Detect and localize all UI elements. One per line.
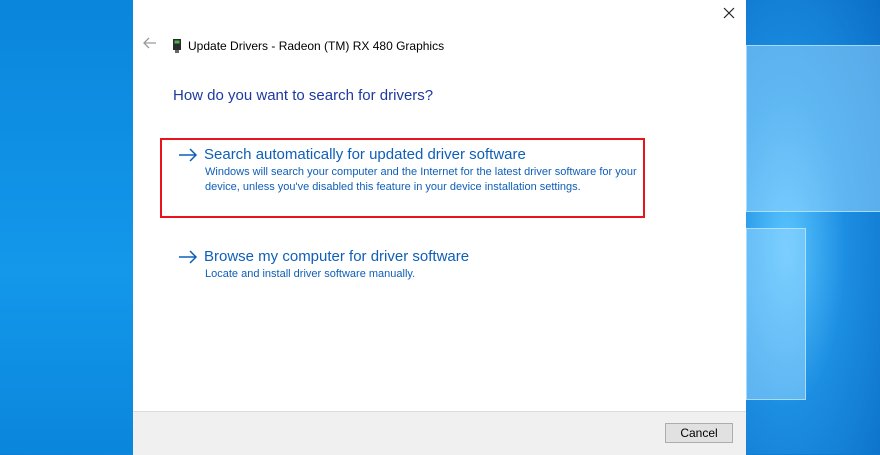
option-title: Browse my computer for driver software: [204, 248, 470, 265]
option-description: Locate and install driver software manua…: [205, 268, 416, 280]
option-title: Search automatically for updated driver …: [204, 146, 526, 163]
option-description: Windows will search your computer and th…: [205, 166, 637, 193]
display-adapter-icon: [172, 38, 182, 54]
windows-logo-pane: [746, 228, 806, 400]
back-arrow-icon: [143, 36, 157, 54]
dialog-footer: Cancel: [133, 411, 746, 455]
browse-computer-option[interactable]: Browse my computer for driver software L…: [178, 248, 648, 282]
arrow-right-icon: [178, 249, 198, 265]
search-automatically-option[interactable]: Search automatically for updated driver …: [178, 146, 648, 195]
dialog-title: Update Drivers - Radeon (TM) RX 480 Grap…: [188, 39, 445, 53]
close-icon: [723, 6, 735, 24]
arrow-right-icon: [178, 147, 198, 163]
dialog-title-bar: Update Drivers - Radeon (TM) RX 480 Grap…: [172, 36, 444, 56]
update-drivers-dialog: Update Drivers - Radeon (TM) RX 480 Grap…: [133, 0, 746, 455]
back-button[interactable]: [141, 35, 159, 55]
cancel-button[interactable]: Cancel: [665, 423, 733, 443]
desktop-background-left: [0, 0, 133, 454]
page-heading: How do you want to search for drivers?: [173, 87, 434, 104]
desktop-background-right: [746, 0, 880, 454]
windows-logo-pane: [746, 45, 880, 212]
close-button[interactable]: [716, 3, 742, 27]
